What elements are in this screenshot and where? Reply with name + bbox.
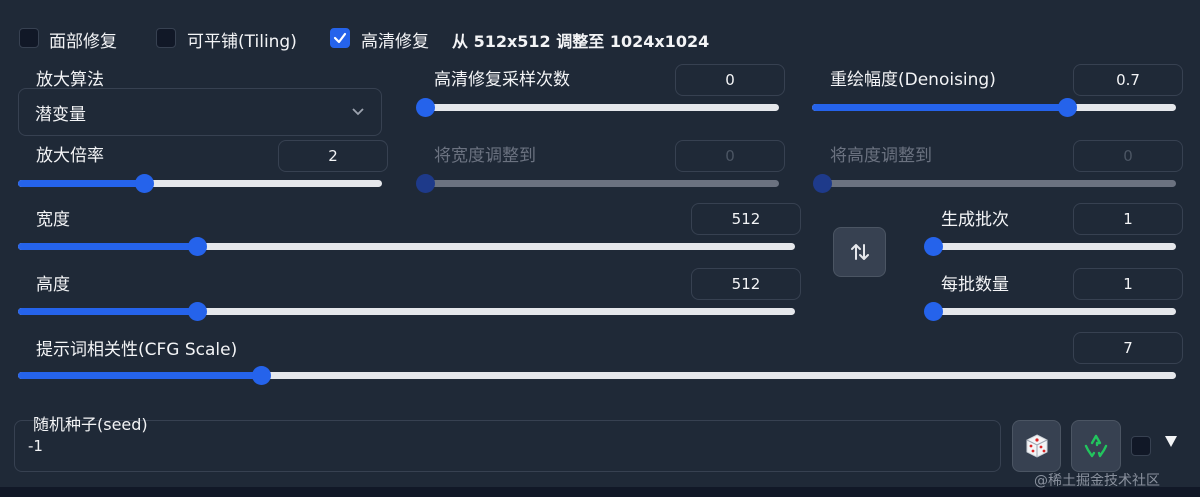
upscale-by-label: 放大倍率 xyxy=(36,146,104,166)
slider-thumb[interactable] xyxy=(924,302,943,321)
hires-steps-slider[interactable] xyxy=(416,98,779,117)
width-slider[interactable] xyxy=(18,237,795,256)
batch-size-slider[interactable] xyxy=(924,302,1176,321)
resize-width-input: 0 xyxy=(675,140,785,172)
batch-count-input[interactable]: 1 xyxy=(1073,203,1183,235)
watermark: @稀土掘金技术社区 xyxy=(1034,473,1160,489)
resize-height-slider xyxy=(813,174,1176,193)
batch-count-slider[interactable] xyxy=(924,237,1176,256)
slider-thumb[interactable] xyxy=(134,174,154,193)
height-slider[interactable] xyxy=(18,302,795,321)
hires-info-text: 从 512x512 调整至 1024x1024 xyxy=(452,32,710,51)
slider-thumb[interactable] xyxy=(187,237,207,256)
batch-count-label: 生成批次 xyxy=(941,210,1009,230)
upscale-by-slider[interactable] xyxy=(18,174,382,193)
upscaler-label: 放大算法 xyxy=(36,70,104,90)
upscale-by-input[interactable]: 2 xyxy=(278,140,388,172)
dice-icon xyxy=(1026,434,1047,458)
chevron-down-icon xyxy=(352,108,364,116)
resize-width-slider xyxy=(416,174,779,193)
slider-thumb[interactable] xyxy=(252,366,272,385)
resize-width-label: 将宽度调整到 xyxy=(434,146,536,166)
swap-arrows-icon xyxy=(850,244,869,260)
reuse-seed-button[interactable] xyxy=(1071,420,1121,472)
recycle-icon xyxy=(1084,434,1108,458)
hires-fix-label: 高清修复 xyxy=(361,32,429,52)
extra-seed-checkbox[interactable] xyxy=(1131,436,1151,456)
cfg-scale-input[interactable]: 7 xyxy=(1073,332,1183,364)
hires-steps-input[interactable]: 0 xyxy=(675,64,785,96)
slider-thumb[interactable] xyxy=(924,237,943,256)
face-restore-label: 面部修复 xyxy=(49,32,117,52)
width-input[interactable]: 512 xyxy=(691,203,801,235)
slider-thumb[interactable] xyxy=(416,98,435,117)
upscaler-value: 潜变量 xyxy=(35,104,86,125)
hires-fix-checkbox[interactable] xyxy=(330,28,350,48)
tiling-checkbox[interactable] xyxy=(156,28,176,48)
tiling-label: 可平铺(Tiling) xyxy=(187,32,297,52)
checkmark-icon xyxy=(333,32,347,44)
swap-dimensions-button[interactable] xyxy=(833,227,886,277)
slider-thumb xyxy=(416,174,435,193)
height-input[interactable]: 512 xyxy=(691,268,801,300)
upscaler-dropdown[interactable]: 潜变量 xyxy=(18,88,382,136)
resize-height-input: 0 xyxy=(1073,140,1183,172)
face-restore-checkbox[interactable] xyxy=(19,28,39,48)
slider-thumb[interactable] xyxy=(187,302,207,321)
cfg-scale-slider[interactable] xyxy=(18,366,1176,385)
seed-label: 随机种子(seed) xyxy=(33,415,148,434)
triangle-down-icon[interactable] xyxy=(1163,433,1179,453)
slider-thumb xyxy=(813,174,832,193)
width-label: 宽度 xyxy=(36,210,70,230)
batch-size-input[interactable]: 1 xyxy=(1073,268,1183,300)
random-seed-button[interactable] xyxy=(1012,420,1061,472)
cfg-scale-label: 提示词相关性(CFG Scale) xyxy=(36,340,238,360)
bottom-bar xyxy=(0,487,1200,497)
denoising-label: 重绘幅度(Denoising) xyxy=(830,70,996,90)
slider-thumb[interactable] xyxy=(1057,98,1077,117)
denoising-input[interactable]: 0.7 xyxy=(1073,64,1183,96)
hires-steps-label: 高清修复采样次数 xyxy=(434,70,570,90)
height-label: 高度 xyxy=(36,275,70,295)
resize-height-label: 将高度调整到 xyxy=(830,146,932,166)
seed-input[interactable]: -1 xyxy=(28,437,43,455)
batch-size-label: 每批数量 xyxy=(941,275,1009,295)
denoising-slider[interactable] xyxy=(812,98,1176,117)
seed-box[interactable] xyxy=(14,420,1001,472)
